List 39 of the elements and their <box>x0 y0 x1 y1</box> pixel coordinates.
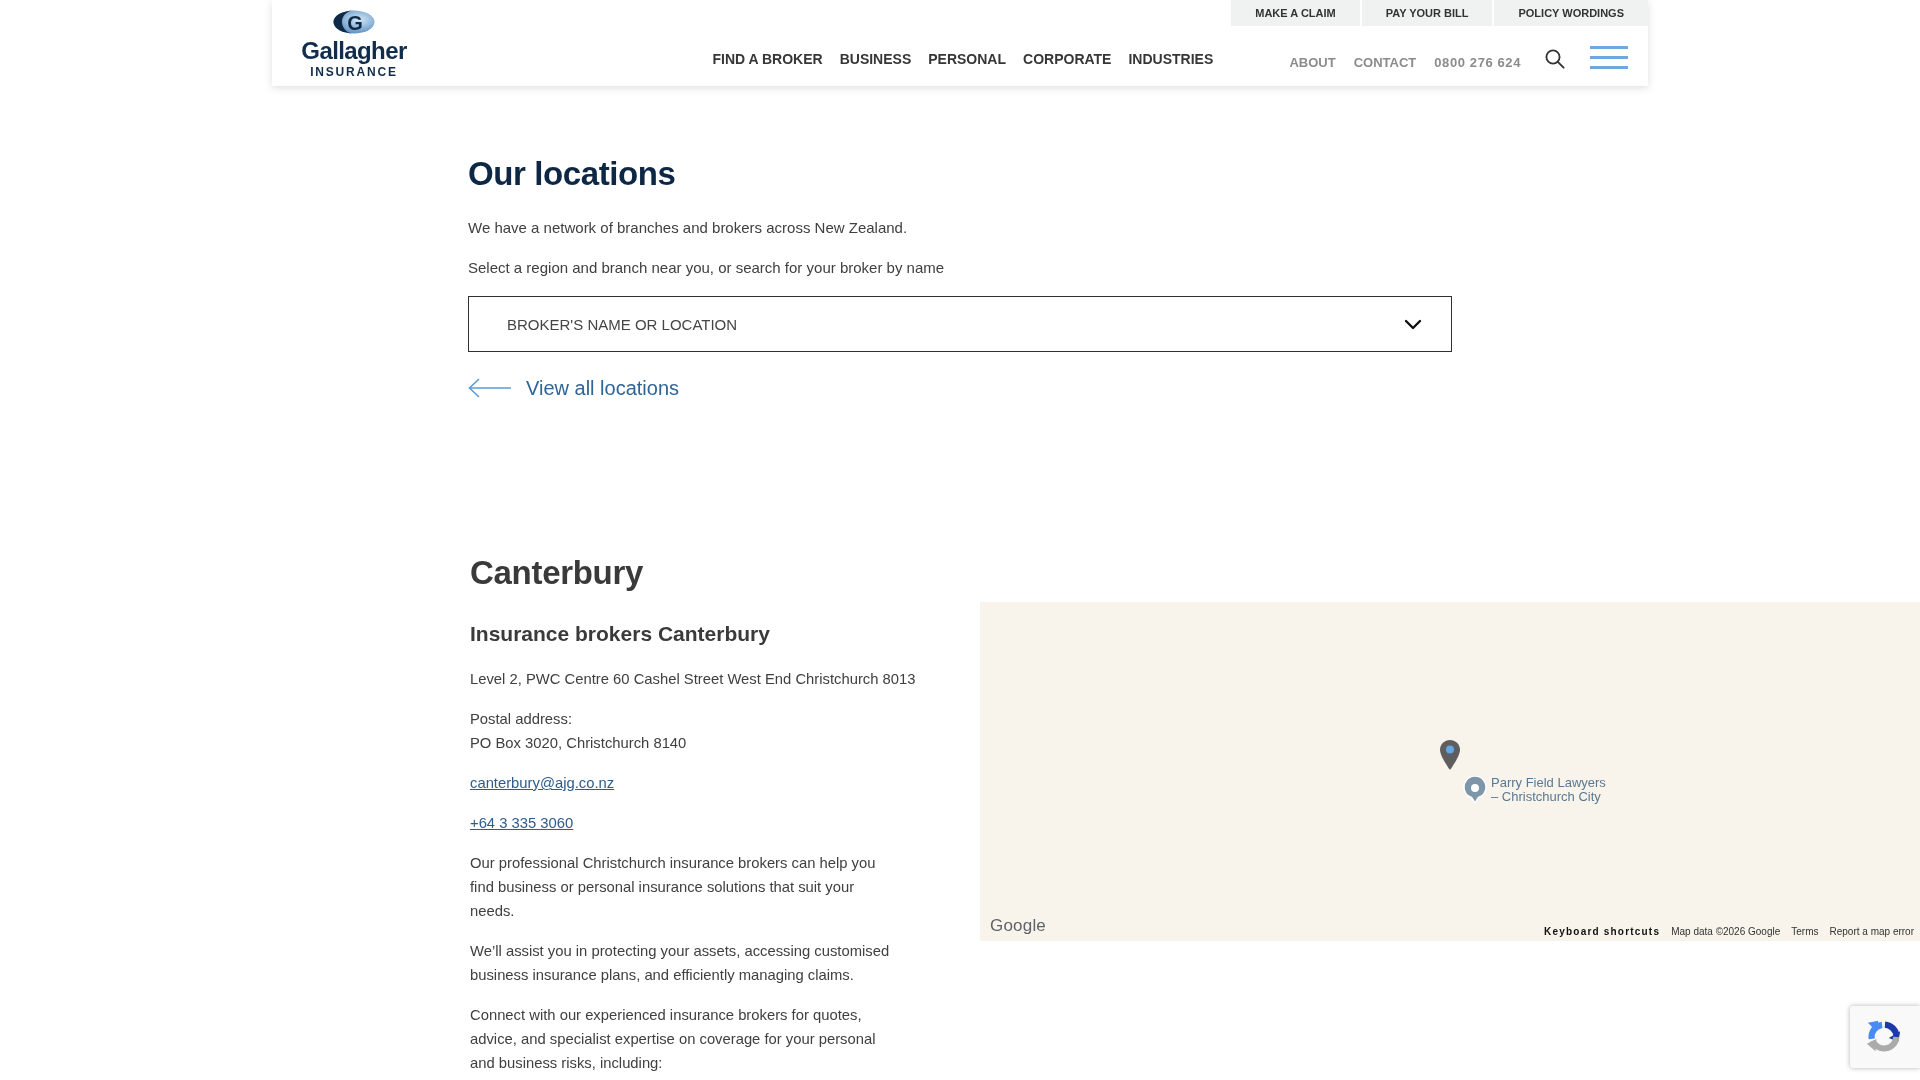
description-text: Connect with our experienced insurance brokers for quotes, advice, and specialist expertise on coverage for your personal and business risks, including: <box>470 1006 877 1073</box>
postal-address: PO Box 3020, Christchurch 8140 <box>470 734 688 753</box>
search-icon[interactable] <box>1545 49 1565 69</box>
description-text: Our professional Christchurch insurance brokers can help you find business or personal insurance solutions that suit your needs. <box>470 854 877 921</box>
instruction-text: Select a region and branch near you, or search for your broker by name <box>468 258 946 278</box>
nav-link[interactable]: INDUSTRIES <box>1128 50 1214 68</box>
nav-link[interactable]: PERSONAL <box>928 50 1007 68</box>
google-logo: Google <box>990 916 1047 936</box>
map-view[interactable]: Parry Field Lawyers – Christchurch City Google Keyboard shortcuts Map data ©2026 Google Terms Report a map error <box>980 602 1920 941</box>
region-subtitle: Insurance brokers Canterbury <box>470 621 771 647</box>
chevron-down-icon[interactable] <box>1404 319 1422 330</box>
map-pin-icon[interactable] <box>1440 740 1460 770</box>
place-marker-icon[interactable] <box>1463 776 1487 804</box>
utility-button[interactable]: PAY YOUR BILL <box>1361 0 1493 26</box>
description-text: We’ll assist you in protecting your assets, accessing customised business insurance plans, and efficiently managing claims. <box>470 942 891 985</box>
utility-button[interactable]: POLICY WORDINGS <box>1494 0 1648 26</box>
globe-logo-icon[interactable]: G <box>333 10 375 34</box>
postal-label: Postal address: <box>470 710 573 729</box>
broker-search-field[interactable]: BROKER'S NAME OR LOCATION <box>468 296 1452 352</box>
place-label[interactable]: Parry Field Lawyers – Christchurch City <box>1491 776 1606 804</box>
map-attribution: Map data ©2026 Google <box>1671 925 1781 939</box>
map-footer-link[interactable]: Terms <box>1791 925 1819 939</box>
email-link[interactable]: canterbury@ajg.co.nz <box>470 775 615 791</box>
intro-text: We have a network of branches and brokers across New Zealand. <box>468 218 909 238</box>
map-footer-button[interactable]: Keyboard shortcuts <box>1544 925 1661 939</box>
map-footer-link[interactable]: Report a map error <box>1829 925 1914 939</box>
arrow-left-icon <box>468 377 512 399</box>
street-address: Level 2, PWC Centre 60 Cashel Street West End Christchurch 8013 <box>470 670 917 689</box>
logo-wordmark: Gallagher <box>301 38 407 64</box>
utility-button[interactable]: MAKE A CLAIM <box>1231 0 1360 26</box>
phone-link[interactable]: +64 3 335 3060 <box>470 815 574 831</box>
nav-link[interactable]: CORPORATE <box>1023 50 1112 68</box>
nav-link[interactable]: BUSINESS <box>839 50 912 68</box>
recaptcha-badge[interactable] <box>1850 1006 1920 1068</box>
page-title: Our locations <box>468 154 677 194</box>
nav-link[interactable]: FIND A BROKER <box>712 50 823 68</box>
region-title: Canterbury <box>470 553 645 593</box>
logo-tagline: INSURANCE <box>310 65 398 79</box>
view-all-locations-link[interactable]: View all locations <box>468 374 680 402</box>
